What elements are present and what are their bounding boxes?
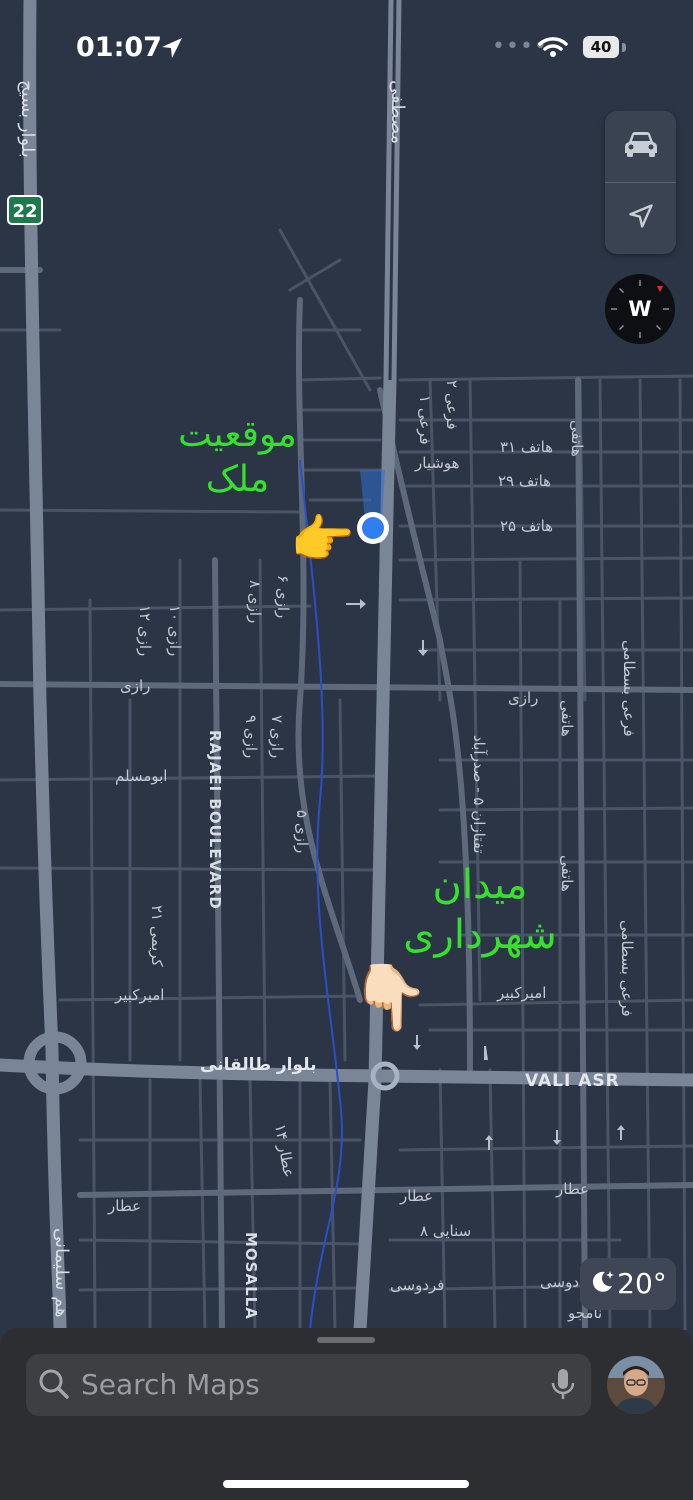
pointing-right-emoji: 👉: [290, 510, 355, 570]
pointing-down-emoji: 👇🏻: [350, 961, 430, 1035]
road-label-far2: فرعی ۲: [443, 380, 461, 430]
location-arrow-icon: [627, 202, 655, 234]
road-label-hatefi-1: هاتفی: [568, 420, 586, 457]
road-label-attar-mid: عطار: [399, 1187, 433, 1205]
road-label-karimi21: کریمی ۲۱: [148, 905, 166, 968]
municipality-square-annotation: میدان شهرداری: [385, 860, 575, 960]
current-location-dot: [362, 517, 384, 539]
annotation-property-line2: ملک: [205, 459, 270, 500]
road-label-razi12: رازی ۱۲: [136, 605, 154, 656]
compass-heading-letter: W: [628, 297, 652, 321]
track-location-button[interactable]: [605, 183, 676, 253]
status-time: 01:07: [76, 32, 162, 63]
road-label-hatef29: هاتف ۲۹: [498, 472, 551, 490]
search-bar[interactable]: Search Maps: [26, 1354, 591, 1416]
road-label-basij: بلوار بسیج: [17, 80, 38, 158]
road-label-attar-east: عطار: [555, 1180, 589, 1198]
sheet-grabber[interactable]: [317, 1337, 375, 1343]
road-label-bastami-1: فرعی بسطامی: [620, 640, 638, 737]
annotation-square-line1: میدان: [432, 862, 528, 908]
location-services-icon: [160, 36, 184, 64]
road-label-razi-west: رازی: [120, 677, 150, 695]
road-label-ferdowsi-east: دوسی: [540, 1273, 579, 1291]
road-label-razi-east: رازی: [508, 689, 538, 707]
weather-badge[interactable]: 20°: [580, 1258, 676, 1310]
property-location-annotation: موقعیت ملک: [160, 412, 315, 502]
moon-stars-icon: [589, 1259, 615, 1311]
battery-indicator: 40: [583, 36, 619, 58]
weather-temperature: 20°: [617, 1267, 667, 1300]
account-avatar[interactable]: [607, 1356, 665, 1414]
map-controls: [605, 111, 676, 254]
annotation-property-line1: موقعیت: [178, 414, 297, 455]
road-label-hatef31: هاتف ۳۱: [500, 438, 553, 456]
microphone-icon[interactable]: [550, 1368, 576, 1406]
highway-shield-label: 22: [12, 201, 37, 222]
car-icon: [623, 130, 659, 162]
road-label-valiasr: VALI ASR: [525, 1071, 620, 1091]
status-bar: 01:07 •••• 40: [0, 28, 693, 68]
road-label-far1: فرعی ۱: [416, 395, 434, 445]
road-label-amirkabir-east: امیرکبیر: [496, 984, 546, 1002]
wifi-icon: [538, 36, 568, 62]
road-label-soleimani: هم سلیمانی: [51, 1228, 72, 1318]
magnifier-icon: [38, 1368, 70, 1404]
road-label-bastami-2: فرعی بسطامی: [618, 920, 636, 1017]
road-label-razi10: رازی ۱۰: [166, 605, 184, 656]
road-label-razi7: رازی ۷: [268, 715, 286, 758]
road-label-sanaei8: سنایی ۸: [420, 1222, 471, 1240]
road-label-razi9: رازی ۹: [242, 715, 260, 758]
road-label-razi6: رازی ۶: [274, 575, 292, 618]
search-placeholder: Search Maps: [81, 1368, 260, 1401]
road-label-rajaei: RAJAEI BOULEVARD: [206, 730, 224, 910]
road-label-abumoslem: ابومسلم: [115, 767, 167, 785]
road-label-hatef25: هاتف ۲۵: [500, 517, 553, 535]
transport-mode-button[interactable]: [605, 111, 676, 181]
road-label-razi5: رازی ۵: [293, 810, 311, 853]
road-label-attar-west: عطار: [107, 1197, 141, 1215]
annotation-square-line2: شهرداری: [403, 912, 557, 958]
road-label-saffarzadeh: تفتازان ۵ - صدرآباد: [470, 735, 488, 854]
road-label-mostafa: مصطفی: [387, 80, 408, 144]
compass-button[interactable]: W: [605, 274, 675, 344]
road-label-ferdowsi-west: فردوسی: [390, 1276, 444, 1294]
road-label-hoshyar: هوشیار: [414, 454, 460, 472]
battery-tip: [622, 43, 626, 52]
road-label-mosalla: MOSALLA: [242, 1232, 260, 1320]
road-label-hatefi-2: هاتفی: [558, 700, 576, 737]
road-label-amirkabir-west: امیرکبیر: [114, 986, 164, 1004]
map-canvas[interactable]: 22 بلوار بسیج مصطفی هوشیار فرعی ۱ فرعی ۲…: [0, 0, 693, 1330]
road-label-razi8: رازی ۸: [246, 580, 264, 623]
home-indicator[interactable]: [223, 1480, 469, 1488]
road-label-taleghani: بلوار طالقانی: [200, 1055, 317, 1075]
bottom-sheet: Search Maps: [0, 1328, 693, 1500]
